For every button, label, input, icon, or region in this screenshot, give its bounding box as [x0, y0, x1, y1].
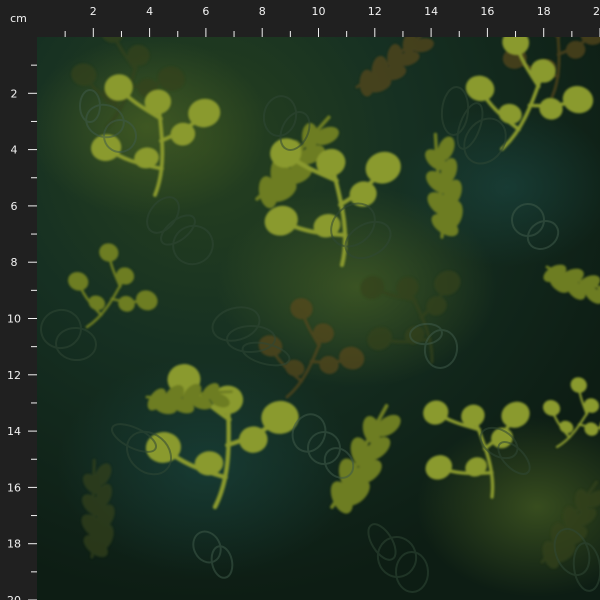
left-ruler-graphic: 2 4 6 8 10 12 14 16 18 20: [7, 64, 37, 600]
fabric-light-mottle: [37, 37, 267, 217]
top-ruler: 2 4 6 8 10 12 14 16 18 20: [37, 0, 600, 37]
left-ruler-label: 10: [7, 313, 21, 326]
top-ruler-label: 14: [424, 5, 438, 18]
batik-fabric-swatch: [37, 37, 600, 600]
top-ruler-graphic: 2 4 6 8 10 12 14 16 18 20: [64, 5, 600, 37]
ruler-unit-label: cm: [0, 0, 37, 37]
left-ruler-label: 16: [7, 481, 21, 494]
top-ruler-label: 10: [312, 5, 326, 18]
left-ruler: 2 4 6 8 10 12 14 16 18 20: [0, 37, 37, 600]
top-ruler-label: 20: [593, 5, 600, 18]
left-ruler-label: 8: [11, 256, 18, 269]
left-ruler-label: 4: [11, 144, 18, 157]
top-ruler-label: 18: [537, 5, 551, 18]
top-ruler-label: 8: [259, 5, 266, 18]
top-ruler-label: 16: [480, 5, 494, 18]
top-ruler-label: 12: [368, 5, 382, 18]
top-ruler-label: 4: [146, 5, 153, 18]
fabric-ruler-view: cm 2 4 6 8 10 12 14 16 18 20 2 4 6 8 10 12 14 16 18 20: [0, 0, 600, 600]
fabric-pattern: [37, 37, 600, 600]
left-ruler-label: 18: [7, 538, 21, 551]
left-ruler-label: 12: [7, 369, 21, 382]
top-ruler-label: 6: [202, 5, 209, 18]
left-ruler-label: 6: [11, 200, 18, 213]
top-ruler-label: 2: [90, 5, 97, 18]
left-ruler-label: 20: [7, 594, 21, 600]
left-ruler-label: 2: [11, 87, 18, 100]
left-ruler-label: 14: [7, 425, 21, 438]
